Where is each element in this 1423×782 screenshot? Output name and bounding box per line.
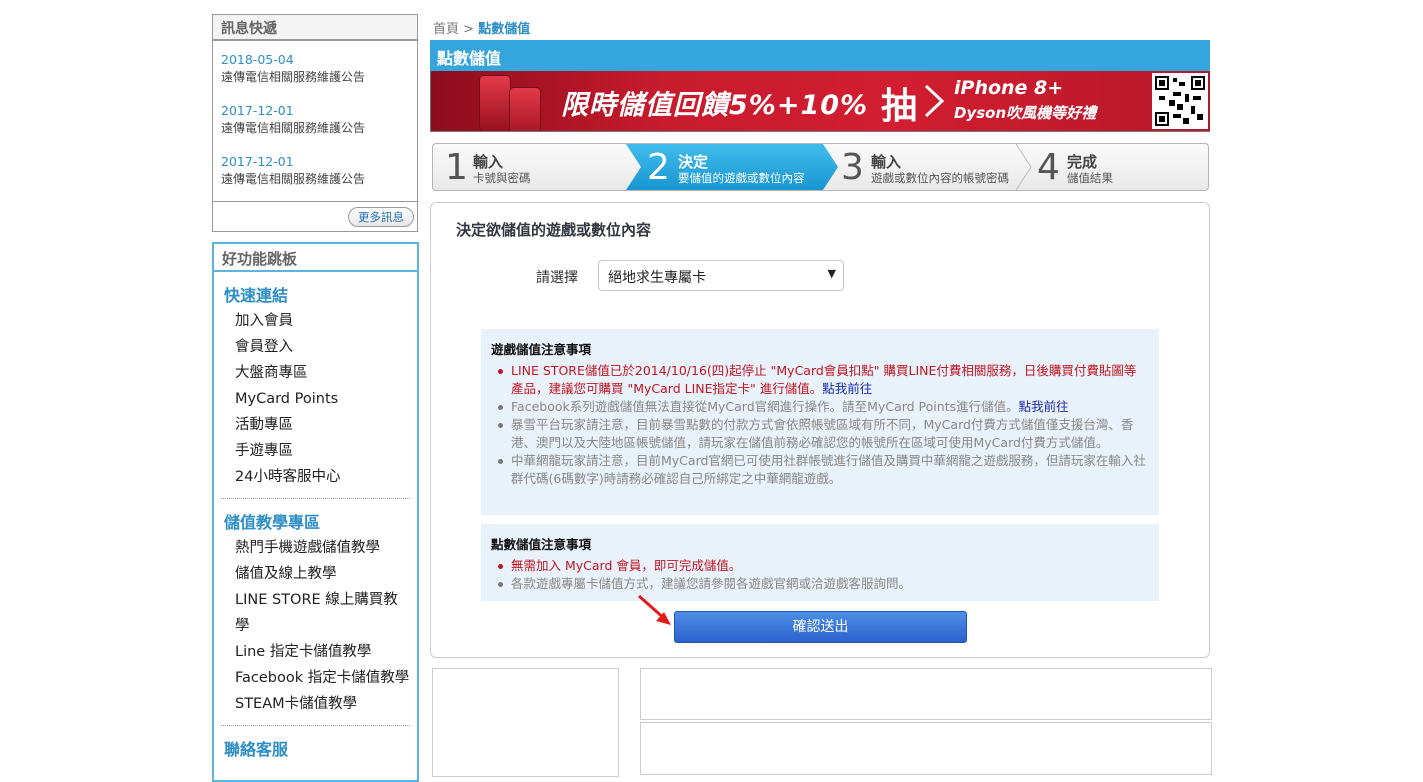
link-tutorial-line-store[interactable]: LINE STORE 線上購買教學 <box>214 587 417 639</box>
news-footer: 更多訊息 <box>213 201 417 232</box>
promo-banner[interactable]: 限時儲值回饋5%+10% 抽 iPhone 8+ Dyson吹風機等好禮 <box>430 71 1210 132</box>
link-mobile-games[interactable]: 手遊專區 <box>214 438 417 464</box>
go-link[interactable]: 點我前往 <box>1019 399 1069 414</box>
bottom-box-bottom <box>640 722 1212 775</box>
news-date[interactable]: 2017-12-01 <box>221 102 409 119</box>
step-2: 2 決定 要儲值的遊戲或數位內容 <box>641 144 826 190</box>
page-title: 點數儲值 <box>430 40 1210 71</box>
breadcrumb: 首頁 > 點數儲值 <box>433 18 530 37</box>
news-item[interactable]: 2018-05-04 遠傳電信相關服務維護公告 <box>213 41 417 92</box>
dropdown-arrow-icon: ▼ <box>827 267 836 280</box>
divider <box>221 725 410 726</box>
red-arrow-icon <box>638 594 671 625</box>
content-panel: 決定欲儲值的遊戲或數位內容 請選擇 絕地求生專屬卡 ▼ 遊戲儲值注意事項 LIN… <box>430 202 1210 658</box>
bottom-box-left <box>432 668 619 777</box>
contact-title[interactable]: 聯絡客服 <box>214 736 417 760</box>
news-date[interactable]: 2017-12-01 <box>221 153 409 170</box>
step-desc: 儲值結果 <box>1067 171 1113 185</box>
notice-item: 中華網龍玩家請注意，目前MyCard官網已可使用社群帳號進行儲值及購買中華網龍之… <box>491 452 1147 488</box>
game-select[interactable]: 絕地求生專屬卡 ▼ <box>598 260 844 291</box>
notice-item: 各款遊戲專屬卡儲值方式，建議您請參閱各遊戲官網或洽遊戲客服詢問。 <box>491 575 1147 593</box>
panel-title: 決定欲儲值的遊戲或數位內容 <box>456 221 652 239</box>
step-desc: 要儲值的遊戲或數位內容 <box>678 171 805 185</box>
link-tutorial-line-card[interactable]: Line 指定卡儲值教學 <box>214 639 417 665</box>
shortcuts-panel: 好功能跳板 快速連結 加入會員 會員登入 大盤商專區 MyCard Points… <box>212 242 419 782</box>
link-customer-service[interactable]: 24小時客服中心 <box>214 464 417 490</box>
qr-code-icon <box>1152 73 1208 129</box>
phone-image <box>509 87 541 131</box>
news-item[interactable]: 2017-12-01 遠傳電信相關服務維護公告 <box>213 143 417 194</box>
banner-prize-2: Dyson吹風機等好禮 <box>954 104 1097 122</box>
link-wholesaler[interactable]: 大盤商專區 <box>214 360 417 386</box>
link-events[interactable]: 活動專區 <box>214 412 417 438</box>
game-notice-box: 遊戲儲值注意事項 LINE STORE儲值已於2014/10/16(四)起停止 … <box>481 329 1159 515</box>
banner-headline: 限時儲值回饋5%+10% <box>561 90 869 121</box>
breadcrumb-separator: > <box>463 22 475 37</box>
news-title[interactable]: 遠傳電信相關服務維護公告 <box>221 170 409 188</box>
phone-image <box>479 75 511 131</box>
breadcrumb-home[interactable]: 首頁 <box>433 22 459 37</box>
news-title[interactable]: 遠傳電信相關服務維護公告 <box>221 119 409 137</box>
step-indicator: 1 輸入 卡號與密碼 2 決定 要儲值的遊戲或數位內容 3 輸入 遊戲或數位內容… <box>432 143 1209 191</box>
link-tutorial-steam[interactable]: STEAM卡儲值教學 <box>214 691 417 717</box>
game-select-value: 絕地求生專屬卡 <box>608 270 706 286</box>
notice-item: Facebook系列遊戲儲值無法直接從MyCard官網進行操作。請至MyCard… <box>491 398 1147 416</box>
notice-item: 無需加入 MyCard 會員，即可完成儲值。 <box>491 557 1147 575</box>
game-notice-title: 遊戲儲值注意事項 <box>491 342 592 357</box>
link-join-member[interactable]: 加入會員 <box>214 308 417 334</box>
link-tutorial-facebook-card[interactable]: Facebook 指定卡儲值教學 <box>214 665 417 691</box>
chevron-right-icon <box>924 84 945 118</box>
step-number: 4 <box>1037 147 1060 188</box>
link-tutorial-mobile[interactable]: 熱門手機遊戲儲值教學 <box>214 535 417 561</box>
link-member-login[interactable]: 會員登入 <box>214 334 417 360</box>
quick-links-title: 快速連結 <box>224 286 289 305</box>
banner-draw: 抽 <box>881 86 918 127</box>
select-label: 請選擇 <box>536 270 578 286</box>
news-item[interactable]: 2017-12-01 遠傳電信相關服務維護公告 <box>213 92 417 143</box>
link-mycard-points[interactable]: MyCard Points <box>214 386 417 412</box>
news-title[interactable]: 遠傳電信相關服務維護公告 <box>221 68 409 86</box>
divider <box>221 498 410 499</box>
breadcrumb-current: 點數儲值 <box>478 22 531 37</box>
notice-item: LINE STORE儲值已於2014/10/16(四)起停止 "MyCard會員… <box>491 362 1147 398</box>
step-title: 完成 <box>1067 153 1098 171</box>
step-number: 2 <box>647 147 670 188</box>
step-desc: 遊戲或數位內容的帳號密碼 <box>871 171 1009 185</box>
go-link[interactable]: 點我前往 <box>822 381 872 396</box>
step-4: 4 完成 儲值結果 <box>1031 144 1201 190</box>
news-date[interactable]: 2018-05-04 <box>221 51 409 68</box>
step-title: 決定 <box>678 153 709 171</box>
news-box: 訊息快遞 2018-05-04 遠傳電信相關服務維護公告 2017-12-01 … <box>212 14 418 232</box>
link-tutorial-online[interactable]: 儲值及線上教學 <box>214 561 417 587</box>
points-notice-title: 點數儲值注意事項 <box>491 537 592 552</box>
confirm-button[interactable]: 確認送出 <box>674 611 967 643</box>
more-news-button[interactable]: 更多訊息 <box>348 207 414 227</box>
step-title: 輸入 <box>871 153 902 171</box>
tutorials-title: 儲值教學專區 <box>224 513 321 532</box>
points-notice-box: 點數儲值注意事項 無需加入 MyCard 會員，即可完成儲值。 各款遊戲專屬卡儲… <box>481 524 1159 601</box>
step-number: 3 <box>841 147 864 188</box>
bottom-box-top <box>640 668 1212 720</box>
step-3: 3 輸入 遊戲或數位內容的帳號密碼 <box>835 144 1015 190</box>
notice-item: 暴雪平台玩家請注意，目前暴雪點數的付款方式會依照帳號區域有所不同，MyCard付… <box>491 416 1147 452</box>
news-header: 訊息快遞 <box>213 15 417 41</box>
shortcuts-header: 好功能跳板 <box>214 244 417 272</box>
banner-prize-1: iPhone 8+ <box>954 77 1064 99</box>
